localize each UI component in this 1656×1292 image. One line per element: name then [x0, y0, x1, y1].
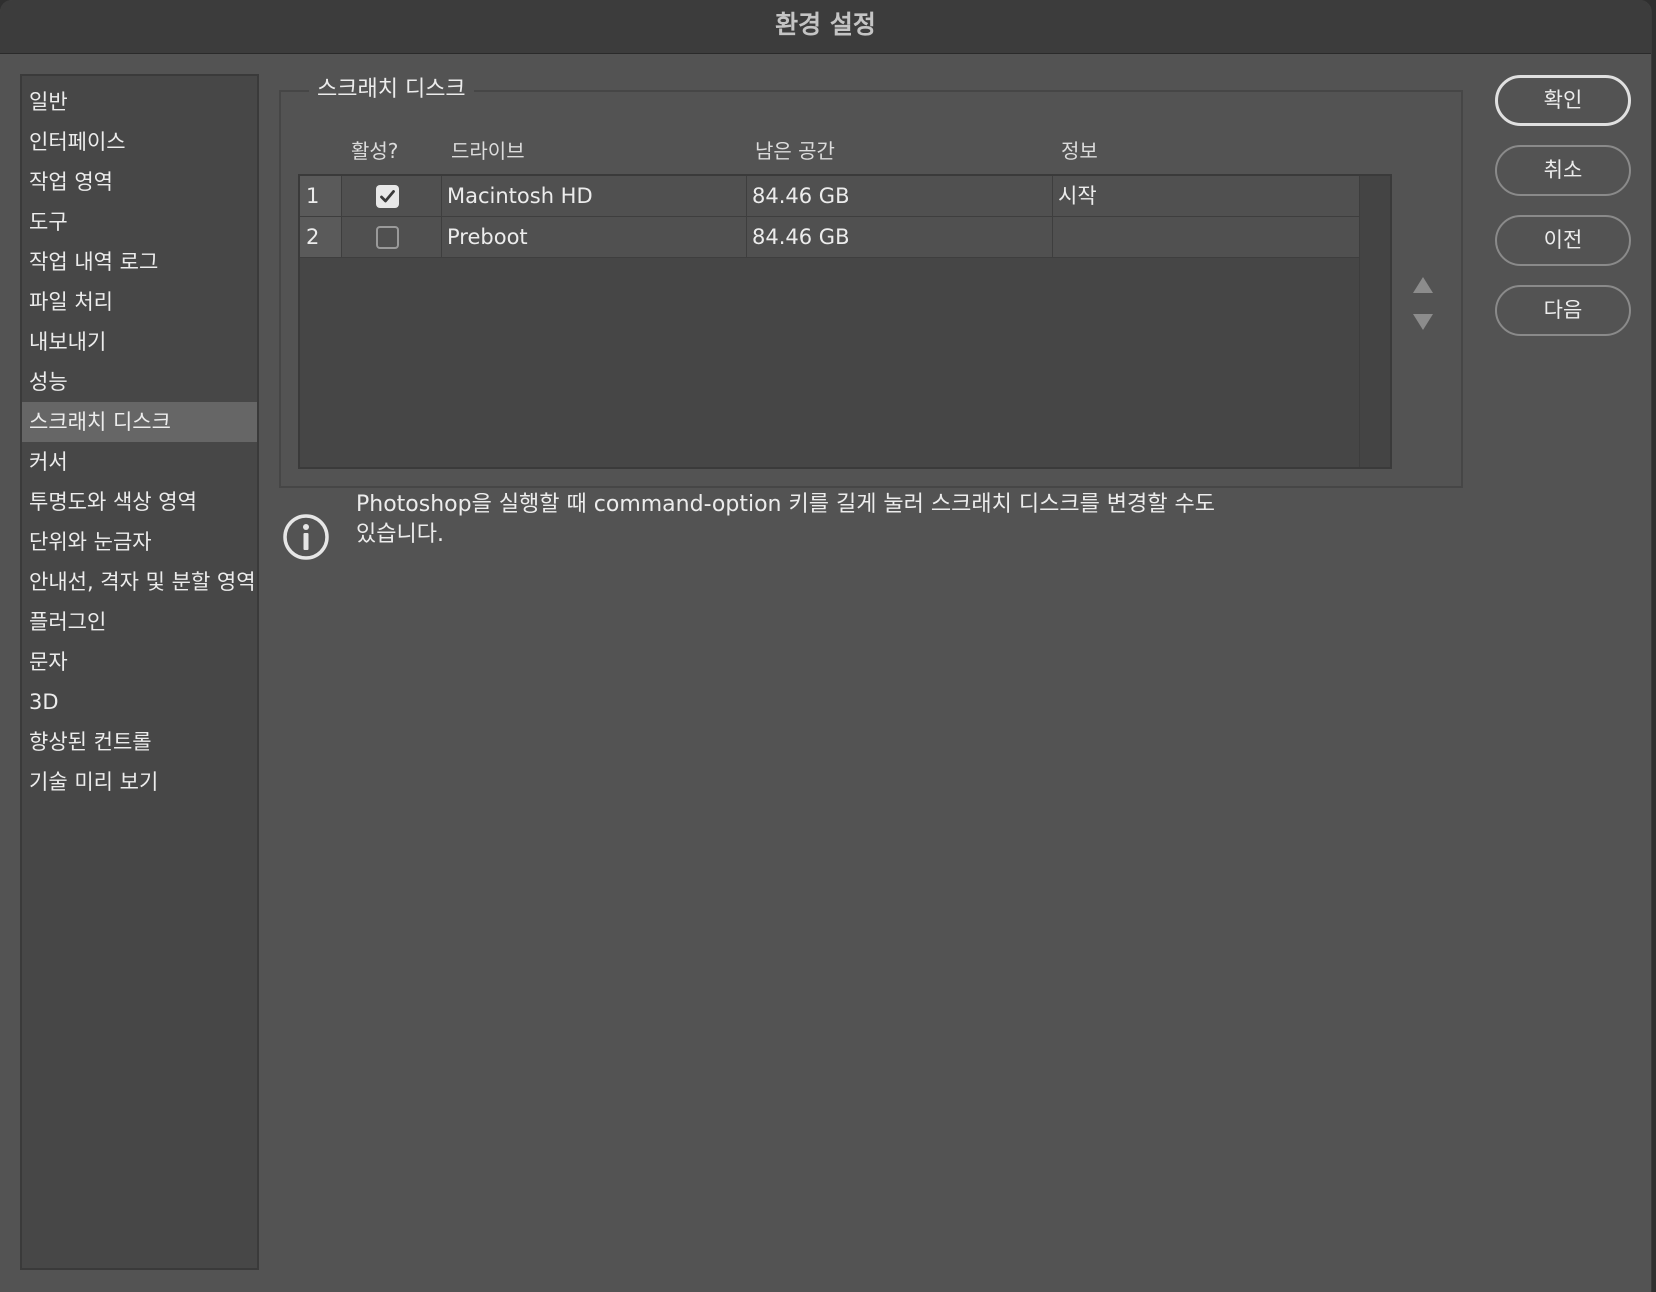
sidebar-item-file-handling[interactable]: 파일 처리 [22, 282, 257, 322]
table-scrollbar[interactable] [1359, 176, 1390, 467]
free-space: 84.46 GB [747, 217, 1053, 258]
info-message: Photoshop을 실행할 때 command-option 키를 길게 눌러… [356, 490, 1256, 550]
group-title: 스크래치 디스크 [309, 73, 474, 107]
drive-name: Preboot [442, 217, 747, 258]
cancel-button[interactable]: 취소 [1495, 145, 1631, 196]
drive-name: Macintosh HD [442, 176, 747, 217]
sidebar-item-tools[interactable]: 도구 [22, 202, 257, 242]
sidebar-item-guides-grid-slices[interactable]: 안내선, 격자 및 분할 영역 [22, 562, 257, 602]
sidebar: 일반 인터페이스 작업 영역 도구 작업 내역 로그 파일 처리 내보내기 성능… [20, 74, 259, 1270]
sidebar-item-transparency-gamut[interactable]: 투명도와 색상 영역 [22, 482, 257, 522]
sidebar-item-general[interactable]: 일반 [22, 82, 257, 122]
active-checkbox[interactable] [376, 226, 399, 249]
drive-info [1053, 217, 1362, 258]
sidebar-item-scratch-disks[interactable]: 스크래치 디스크 [22, 402, 257, 442]
sidebar-item-3d[interactable]: 3D [22, 682, 257, 722]
row-index: 1 [300, 176, 342, 217]
active-checkbox[interactable] [376, 185, 399, 208]
info-circle-icon [283, 514, 329, 560]
triangle-down-icon[interactable] [1413, 314, 1433, 330]
sidebar-item-workspace[interactable]: 작업 영역 [22, 162, 257, 202]
drive-info: 시작 [1053, 176, 1362, 217]
sidebar-item-type[interactable]: 문자 [22, 642, 257, 682]
triangle-up-icon[interactable] [1413, 277, 1433, 293]
checkmark-icon [380, 190, 395, 203]
row-index: 2 [300, 217, 342, 258]
column-header-active: 활성? [351, 139, 399, 163]
preferences-window: 환경 설정 일반 인터페이스 작업 영역 도구 작업 내역 로그 파일 처리 내… [0, 0, 1652, 1292]
sidebar-item-export[interactable]: 내보내기 [22, 322, 257, 362]
active-cell [342, 176, 442, 217]
column-header-free-space: 남은 공간 [755, 139, 835, 163]
sidebar-item-performance[interactable]: 성능 [22, 362, 257, 402]
column-header-drive: 드라이브 [451, 139, 525, 163]
sidebar-item-interface[interactable]: 인터페이스 [22, 122, 257, 162]
sidebar-item-history-log[interactable]: 작업 내역 로그 [22, 242, 257, 282]
free-space: 84.46 GB [747, 176, 1053, 217]
prev-button[interactable]: 이전 [1495, 215, 1631, 266]
table-row[interactable]: 1 Macintosh HD 84.46 GB 시작 [300, 176, 1362, 217]
info-message-line-1: Photoshop을 실행할 때 command-option 키를 길게 눌러… [356, 492, 1215, 517]
sidebar-item-plugins[interactable]: 플러그인 [22, 602, 257, 642]
window-title: 환경 설정 [0, 0, 1651, 54]
sidebar-item-technology-previews[interactable]: 기술 미리 보기 [22, 762, 257, 802]
scratch-disks-group: 스크래치 디스크 활성? 드라이브 남은 공간 정보 1 Macintosh H… [279, 73, 1463, 488]
ok-button[interactable]: 확인 [1495, 75, 1631, 126]
active-cell [342, 217, 442, 258]
next-button[interactable]: 다음 [1495, 285, 1631, 336]
column-header-info: 정보 [1061, 139, 1098, 163]
sidebar-item-enhanced-controls[interactable]: 향상된 컨트롤 [22, 722, 257, 762]
table-row[interactable]: 2 Preboot 84.46 GB [300, 217, 1362, 258]
sidebar-item-units-rulers[interactable]: 단위와 눈금자 [22, 522, 257, 562]
sidebar-item-cursors[interactable]: 커서 [22, 442, 257, 482]
info-message-line-2: 있습니다. [356, 522, 444, 547]
scratch-disk-table[interactable]: 1 Macintosh HD 84.46 GB 시작 2 Preboot 84.… [298, 174, 1392, 469]
